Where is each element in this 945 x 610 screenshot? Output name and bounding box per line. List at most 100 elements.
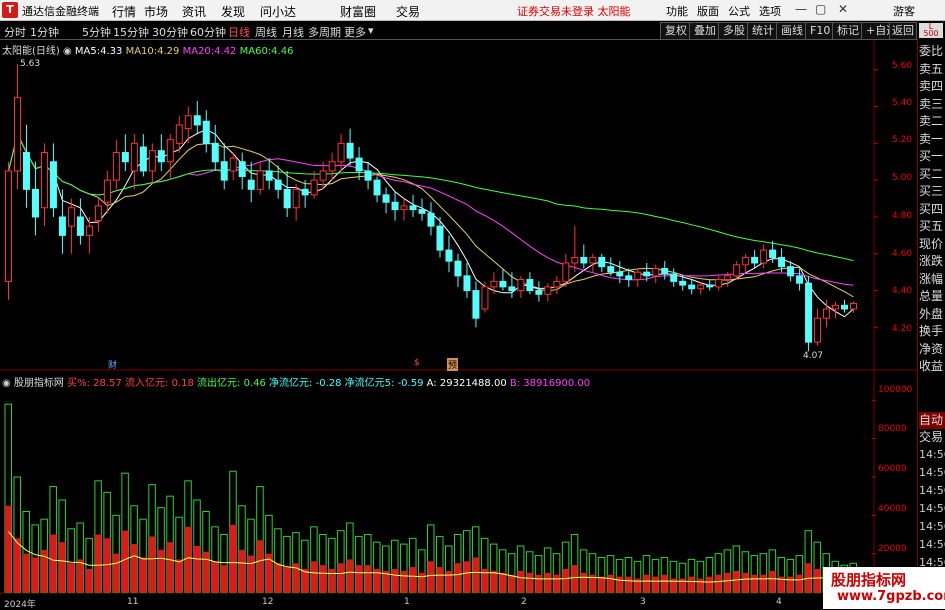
candle-body bbox=[121, 152, 129, 163]
candle-body bbox=[85, 225, 93, 236]
side-label: 收益 bbox=[919, 359, 944, 373]
candle-body bbox=[373, 179, 381, 196]
candle-body bbox=[589, 256, 597, 264]
side-label: 涨幅 bbox=[919, 271, 944, 286]
ma5-value: 4.33 bbox=[100, 46, 123, 57]
candle-body bbox=[562, 262, 570, 282]
candle-body bbox=[184, 115, 192, 130]
volume-bar-inflow bbox=[238, 549, 246, 592]
candle-body bbox=[166, 139, 174, 163]
candle-body bbox=[22, 152, 30, 190]
volume-bar-inflow bbox=[112, 553, 120, 592]
finance-badge[interactable]: 财 bbox=[108, 358, 117, 371]
volume-bar-inflow bbox=[274, 563, 282, 592]
forecast-badge[interactable]: 预 bbox=[447, 358, 459, 371]
volume-bar-inflow bbox=[49, 534, 57, 592]
candle-body bbox=[31, 188, 39, 218]
price-tick: 4.60 bbox=[892, 249, 913, 259]
side-label: 换手 bbox=[919, 324, 944, 338]
candle-body bbox=[436, 225, 444, 251]
x-axis-label: 1 bbox=[404, 597, 410, 607]
volume-bar-inflow bbox=[562, 569, 569, 592]
volume-bar-inflow bbox=[391, 569, 399, 592]
outflow: 流出亿元: 0.46 bbox=[197, 378, 266, 389]
candle-body bbox=[517, 279, 525, 292]
volume-bar-inflow bbox=[445, 570, 452, 592]
candle-body bbox=[670, 273, 678, 282]
volume-bar-inflow bbox=[121, 530, 129, 592]
ma10-label: MA10: bbox=[125, 46, 158, 57]
candle-body bbox=[157, 150, 165, 163]
candle-body bbox=[463, 275, 471, 292]
high-price-label: 5.63 bbox=[20, 59, 41, 69]
candle-body bbox=[787, 266, 795, 277]
candle-body bbox=[571, 256, 579, 264]
price-tick: 5.40 bbox=[892, 98, 913, 108]
volume-bar-inflow bbox=[760, 574, 767, 592]
volume-bar-inflow bbox=[328, 569, 336, 592]
settings-dot-icon[interactable]: ◉ bbox=[2, 378, 11, 389]
candle-body bbox=[202, 120, 210, 144]
side-label-auto[interactable]: 自动 bbox=[919, 412, 945, 429]
candle-body bbox=[355, 157, 363, 172]
volume-bar-inflow bbox=[346, 559, 354, 592]
ma5-label: MA5: bbox=[74, 46, 101, 57]
candle-body bbox=[301, 188, 309, 196]
stock-name: 太阳能(日线) bbox=[2, 46, 60, 57]
volume-tick: 80000 bbox=[878, 424, 907, 434]
candle-body bbox=[580, 256, 588, 264]
volume-bar-inflow bbox=[76, 559, 84, 592]
candle-body bbox=[400, 205, 408, 211]
side-label: 总量 bbox=[919, 289, 944, 303]
volume-bar-inflow bbox=[805, 563, 812, 592]
price-tick: 5.60 bbox=[892, 61, 913, 71]
volume-bar-inflow bbox=[436, 567, 443, 592]
candle-body bbox=[715, 279, 723, 288]
volume-tick: 60000 bbox=[878, 464, 907, 474]
candle-body bbox=[211, 142, 219, 163]
candle-body bbox=[391, 201, 399, 211]
volume-bar-inflow bbox=[229, 524, 237, 592]
price-tick: 4.20 bbox=[892, 324, 913, 334]
volume-bar-inflow bbox=[310, 561, 318, 592]
volume-bar-inflow bbox=[607, 574, 614, 592]
volume-bar-inflow bbox=[616, 576, 623, 592]
volume-bar-inflow bbox=[679, 578, 686, 592]
tick-time: 14:56 bbox=[919, 448, 945, 461]
side-label: 买五 bbox=[919, 219, 944, 233]
volume-tick: 20000 bbox=[878, 544, 907, 554]
x-axis-label: 3 bbox=[640, 597, 646, 607]
net-flow-5: 净流亿元5: -0.59 bbox=[344, 378, 424, 389]
dollar-badge[interactable]: $ bbox=[414, 358, 420, 368]
candle-body bbox=[193, 115, 201, 126]
ma10-value: 4.29 bbox=[157, 46, 180, 57]
volume-bar-inflow bbox=[544, 572, 551, 592]
settings-dot-icon[interactable]: ◉ bbox=[63, 46, 72, 57]
volume-bar-inflow bbox=[211, 561, 219, 592]
volume-bar-inflow bbox=[67, 563, 75, 592]
volume-bar-inflow bbox=[175, 559, 183, 592]
side-label: 委比 bbox=[919, 44, 944, 58]
side-label-trade[interactable]: 交易 bbox=[919, 429, 945, 446]
volume-bar-inflow bbox=[553, 574, 560, 592]
volume-bar-inflow bbox=[706, 576, 713, 592]
candle-body bbox=[310, 179, 318, 196]
candle-body bbox=[382, 194, 390, 203]
candle-body bbox=[535, 290, 543, 295]
candle-body bbox=[40, 152, 48, 209]
candle-body bbox=[598, 256, 606, 268]
volume-bar-inflow bbox=[634, 578, 641, 592]
candle-body bbox=[283, 188, 291, 209]
candle-body bbox=[490, 280, 498, 288]
ma20-value: 4.42 bbox=[214, 46, 237, 57]
candle-body bbox=[643, 271, 651, 277]
volume-bar-inflow bbox=[472, 557, 479, 592]
side-label: 买二 bbox=[919, 166, 944, 181]
tick-time: 14:56 bbox=[919, 520, 945, 533]
level-badge[interactable]: L 500 bbox=[919, 23, 943, 38]
candle-body bbox=[661, 267, 669, 275]
candle-body bbox=[499, 280, 507, 288]
candle-body bbox=[409, 205, 417, 211]
kline-chart-area[interactable] bbox=[0, 0, 945, 609]
volume-bar-inflow bbox=[319, 565, 327, 592]
